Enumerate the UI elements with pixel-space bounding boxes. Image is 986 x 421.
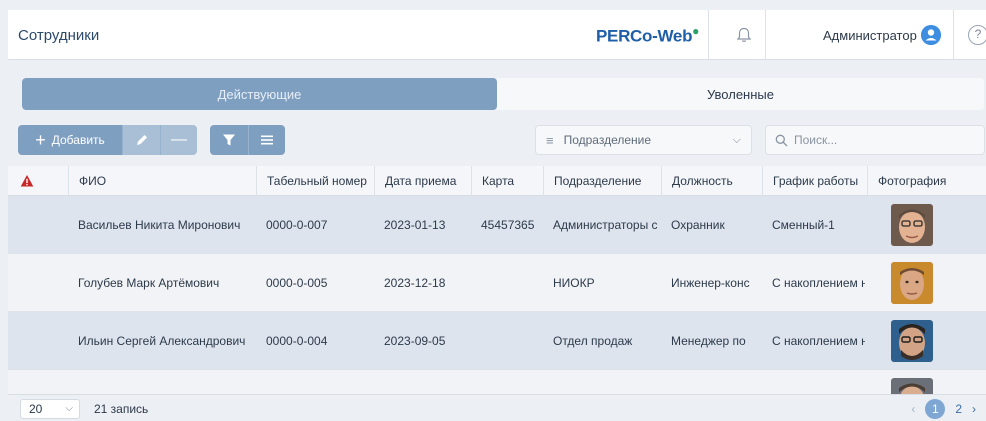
- cell-department: НИОКР: [553, 276, 595, 290]
- page-2-button[interactable]: 2: [955, 402, 962, 416]
- pagination: ‹ 1 2 ›: [911, 399, 976, 419]
- plus-icon: +: [35, 130, 46, 150]
- page-title: Сотрудники: [18, 27, 100, 44]
- header-divider: [765, 10, 766, 60]
- chevron-down-icon: ⌵: [732, 133, 741, 146]
- search-icon: [775, 134, 788, 146]
- table-row[interactable]: Васильев Никита Миронович 0000-0-007 202…: [8, 196, 986, 254]
- department-select-value: Подразделение: [563, 133, 652, 147]
- cell-schedule: С накоплением на: [772, 334, 865, 348]
- list-icon: ≡: [546, 132, 554, 148]
- cell-tab-number: 0000-0-007: [266, 218, 328, 232]
- cell-hire-date: 2023-01-13: [384, 218, 446, 232]
- cell-department: Администраторы с: [553, 218, 658, 232]
- table-header: ФИО Табельный номер Дата приема Карта По…: [8, 166, 986, 196]
- column-header-hire-date[interactable]: Дата приема: [374, 166, 471, 196]
- brand-dot-icon: ●: [692, 24, 700, 38]
- user-avatar-icon[interactable]: [921, 25, 941, 45]
- cell-department: Отдел продаж: [553, 334, 633, 348]
- filter-button-group: [210, 125, 285, 155]
- edit-button[interactable]: [122, 125, 160, 155]
- cell-hire-date: 2023-09-05: [384, 334, 446, 348]
- warning-icon[interactable]: [20, 174, 34, 188]
- cell-name: Ильин Сергей Александрович: [78, 334, 246, 348]
- filter-icon: [223, 134, 235, 146]
- cell-name: Васильев Никита Миронович: [78, 218, 241, 232]
- status-tabs: Действующие Уволенные: [22, 78, 984, 110]
- app-window: Сотрудники PERCo-Web● Администратор ? Де…: [0, 0, 986, 421]
- cell-tab-number: 0000-0-004: [266, 334, 328, 348]
- page-size-select[interactable]: 20 ⌵: [20, 399, 80, 419]
- brand-name: PERCo-Web: [596, 26, 693, 46]
- employee-photo: [891, 262, 933, 304]
- column-header-photo[interactable]: Фотография: [867, 166, 967, 196]
- cell-schedule: Сменный-1: [772, 218, 835, 232]
- column-header-card[interactable]: Карта: [471, 166, 543, 196]
- bell-icon[interactable]: [735, 26, 753, 44]
- employees-table: ФИО Табельный номер Дата приема Карта По…: [8, 166, 986, 394]
- brand-logo: PERCo-Web●: [596, 24, 699, 47]
- next-page-icon[interactable]: ›: [972, 402, 976, 416]
- user-name[interactable]: Администратор: [823, 28, 917, 43]
- column-header-position[interactable]: Должность: [661, 166, 762, 196]
- search-input[interactable]: Поиск...: [765, 125, 985, 155]
- edit-button-group: + Добавить —: [18, 125, 197, 155]
- page-1-button[interactable]: 1: [925, 399, 946, 419]
- page-size-value: 20: [29, 402, 43, 416]
- search-placeholder: Поиск...: [794, 133, 838, 147]
- cell-tab-number: 0000-0-005: [266, 276, 328, 290]
- menu-icon: [261, 135, 273, 145]
- columns-menu-button[interactable]: [248, 125, 285, 155]
- cell-card: [471, 254, 543, 312]
- cell-card: 45457365: [481, 218, 535, 232]
- cell-card: [471, 312, 543, 370]
- cell-schedule: С накоплением на: [772, 276, 865, 290]
- cell-name: Голубев Марк Артёмович: [78, 276, 220, 290]
- department-select[interactable]: ≡ Подразделение ⌵: [535, 125, 752, 155]
- tab-dismissed-employees[interactable]: Уволенные: [497, 78, 984, 110]
- column-header-name[interactable]: ФИО: [68, 166, 256, 196]
- column-header-tab-number[interactable]: Табельный номер: [256, 166, 374, 196]
- column-header-department[interactable]: Подразделение: [543, 166, 661, 196]
- top-bar: Сотрудники PERCo-Web● Администратор ?: [8, 10, 986, 60]
- cell-hire-date: 2023-12-18: [384, 276, 446, 290]
- header-divider: [708, 10, 709, 60]
- header-divider: [953, 10, 954, 60]
- add-button[interactable]: + Добавить: [18, 125, 122, 155]
- records-count: 21 запись: [94, 402, 149, 416]
- prev-page-icon[interactable]: ‹: [911, 402, 915, 416]
- delete-button[interactable]: —: [160, 125, 197, 155]
- table-footer: 20 ⌵ 21 запись ‹ 1 2 ›: [8, 394, 986, 421]
- employee-photo: [891, 204, 933, 246]
- employee-photo: [891, 320, 933, 362]
- cell-position: Инженер-конс: [671, 276, 750, 290]
- chevron-down-icon: ⌵: [65, 403, 73, 414]
- cell-position: Менеджер по: [671, 334, 746, 348]
- column-header-schedule[interactable]: График работы: [762, 166, 867, 196]
- employee-photo: [891, 378, 933, 394]
- help-button[interactable]: ?: [968, 25, 986, 45]
- table-row[interactable]: Ильин Сергей Александрович 0000-0-004 20…: [8, 312, 986, 370]
- table-row[interactable]: [8, 370, 986, 394]
- cell-position: Охранник: [671, 218, 725, 232]
- table-row[interactable]: Голубев Марк Артёмович 0000-0-005 2023-1…: [8, 254, 986, 312]
- pencil-icon: [136, 135, 147, 145]
- minus-icon: —: [171, 131, 187, 148]
- add-button-label: Добавить: [51, 133, 105, 147]
- tab-active-employees[interactable]: Действующие: [22, 78, 497, 110]
- filter-button[interactable]: [210, 125, 248, 155]
